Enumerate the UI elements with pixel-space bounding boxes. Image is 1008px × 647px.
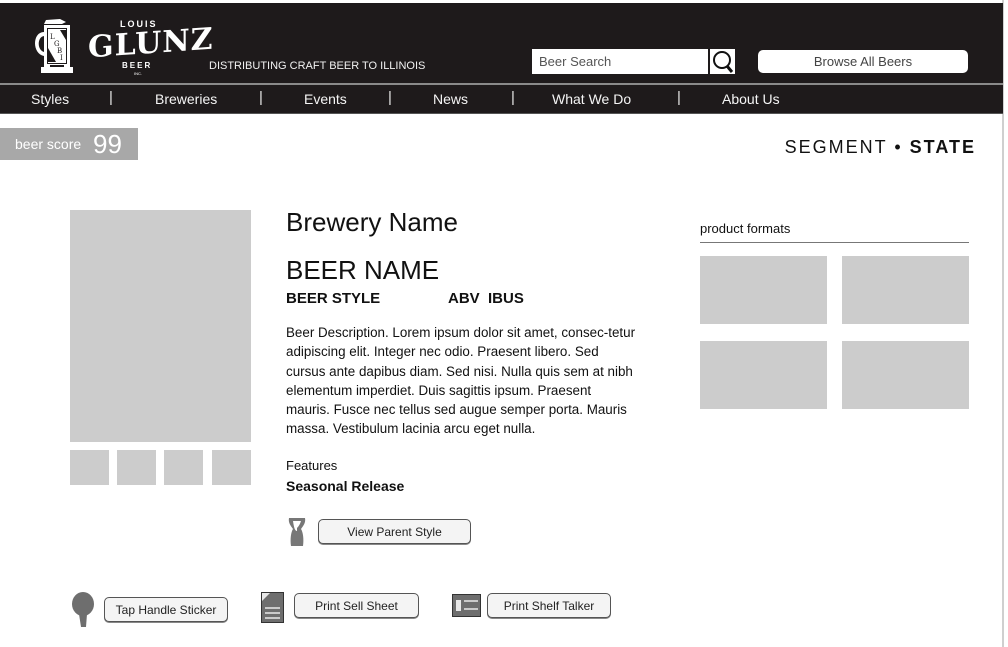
nav-item-about-us[interactable]: About Us: [722, 91, 780, 107]
product-formats-divider: [700, 242, 969, 243]
beer-main-image: [70, 210, 251, 442]
state-label: STATE: [909, 137, 976, 157]
beer-thumbnail[interactable]: [164, 450, 203, 485]
tagline: DISTRIBUTING CRAFT BEER TO ILLINOIS: [209, 60, 426, 72]
nav-item-styles[interactable]: Styles: [31, 91, 69, 107]
print-sell-sheet-button[interactable]: Print Sell Sheet: [294, 593, 419, 618]
page: L G B I LOUIS GLUNZ BEER INC. DISTRIBUTI…: [0, 0, 1004, 647]
beer-glass-icon: [288, 518, 306, 546]
product-format-tile[interactable]: [700, 256, 827, 324]
logo-beer-text: BEER: [122, 61, 153, 70]
features-label: Features: [286, 458, 338, 473]
svg-text:I: I: [60, 54, 63, 62]
nav-separator: |: [677, 89, 681, 106]
nav-separator: |: [259, 89, 263, 106]
beer-style: BEER STYLE: [286, 290, 381, 307]
main-nav: Styles | Breweries | Events | News | Wha…: [0, 85, 1003, 114]
tap-handle-sticker-button[interactable]: Tap Handle Sticker: [104, 597, 228, 622]
nav-item-news[interactable]: News: [433, 91, 468, 107]
logo-inc-text: INC.: [134, 71, 142, 76]
search-button[interactable]: [710, 49, 735, 74]
beer-score-value: 99: [93, 129, 122, 159]
segment-label: SEGMENT: [784, 137, 888, 157]
nav-separator: |: [109, 89, 113, 106]
product-format-tile[interactable]: [842, 341, 969, 409]
print-shelf-talker-button[interactable]: Print Shelf Talker: [487, 593, 611, 618]
browse-all-beers-button[interactable]: Browse All Beers: [758, 50, 968, 73]
logo[interactable]: L G B I LOUIS GLUNZ BEER INC.: [32, 16, 214, 78]
nav-separator: |: [511, 89, 515, 106]
beer-score-badge: beer score 99: [0, 128, 138, 160]
tap-handle-icon: [72, 592, 94, 627]
beer-ibus: IBUS: [488, 290, 524, 307]
search-icon: [712, 50, 733, 73]
beer-abv: ABV: [448, 290, 480, 307]
segment-state: SEGMENT • STATE: [785, 137, 976, 158]
nav-separator: |: [388, 89, 392, 106]
beer-description: Beer Description. Lorem ipsum dolor sit …: [286, 325, 636, 437]
nav-item-events[interactable]: Events: [304, 91, 347, 107]
beer-name: BEER NAME: [286, 255, 440, 285]
brewery-name[interactable]: Brewery Name: [286, 207, 458, 238]
shelf-talker-icon: [452, 594, 481, 617]
beer-mug-logo-icon: L G B I: [35, 19, 73, 73]
beer-search-input[interactable]: [532, 49, 708, 74]
logo-glunz-text: GLUNZ: [88, 21, 214, 66]
view-parent-style-button[interactable]: View Parent Style: [318, 519, 471, 544]
product-formats-title: product formats: [700, 221, 791, 236]
beer-thumbnail[interactable]: [117, 450, 156, 485]
document-icon: [261, 592, 284, 623]
product-format-tile[interactable]: [700, 341, 827, 409]
beer-thumbnail[interactable]: [70, 450, 109, 485]
nav-item-breweries[interactable]: Breweries: [155, 91, 217, 107]
product-format-tile[interactable]: [842, 256, 969, 324]
beer-score-label: beer score: [15, 136, 82, 152]
beer-thumbnail[interactable]: [212, 450, 251, 485]
nav-item-what-we-do[interactable]: What We Do: [552, 91, 631, 107]
segment-dot: •: [894, 137, 903, 157]
features-value: Seasonal Release: [286, 478, 405, 494]
